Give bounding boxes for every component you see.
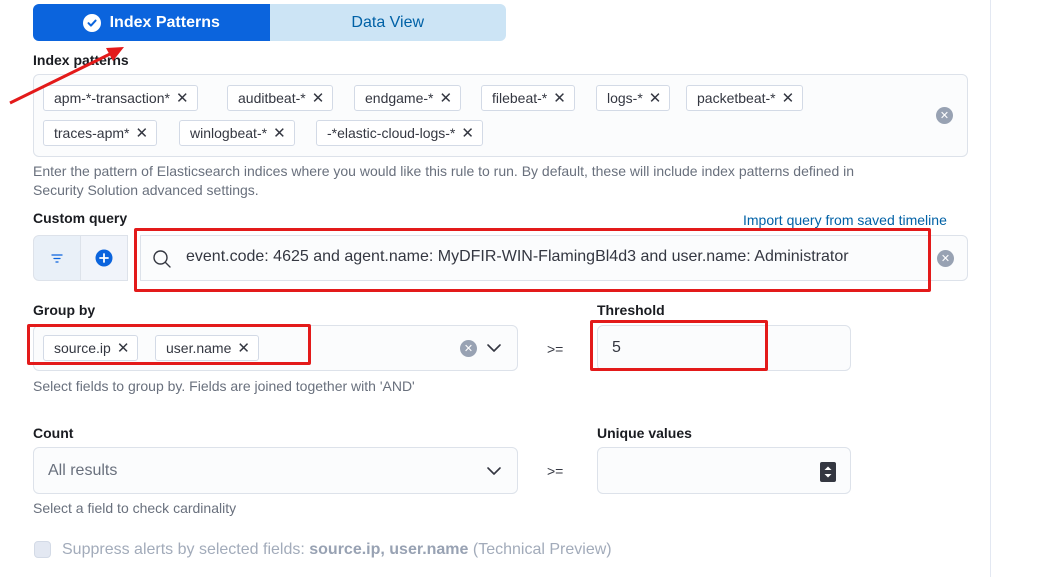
group-by-help: Select fields to group by. Fields are jo… <box>33 378 415 394</box>
custom-query-label: Custom query <box>33 210 128 226</box>
clear-index-patterns-icon[interactable]: ✕ <box>936 107 953 124</box>
index-pattern-pill: -*elastic-cloud-logs-* ✕ <box>316 120 483 146</box>
index-patterns-help-line1: Enter the pattern of Elasticsearch indic… <box>33 163 855 179</box>
remove-pill-icon[interactable]: ✕ <box>461 124 474 142</box>
add-filter-button[interactable] <box>80 236 127 280</box>
filter-icon <box>51 254 63 263</box>
query-button-group <box>33 235 128 281</box>
group-by-label: Group by <box>33 302 96 318</box>
query-text: event.code: 4625 and agent.name: MyDFIR-… <box>186 248 849 265</box>
index-pattern-pill: logs-* ✕ <box>596 85 671 111</box>
plus-circle-icon <box>95 249 113 267</box>
suppress-alerts-checkbox[interactable] <box>34 541 51 558</box>
index-pattern-pill: traces-apm* ✕ <box>43 120 158 146</box>
index-pattern-pill: auditbeat-* ✕ <box>227 85 334 111</box>
suppress-alerts-label: Suppress alerts by selected fields: sour… <box>62 541 612 558</box>
count-help: Select a field to check cardinality <box>33 500 237 516</box>
index-pattern-pill: winlogbeat-* ✕ <box>179 120 295 146</box>
remove-pill-icon[interactable]: ✕ <box>649 89 662 107</box>
remove-pill-icon[interactable]: ✕ <box>135 124 148 142</box>
remove-pill-icon[interactable]: ✕ <box>117 339 130 357</box>
remove-pill-icon[interactable]: ✕ <box>782 89 795 107</box>
count-label: Count <box>33 425 74 441</box>
data-view-tab-label: Data View <box>351 13 425 31</box>
index-pattern-pill: filebeat-* ✕ <box>481 85 575 111</box>
group-by-pill: user.name ✕ <box>155 335 259 361</box>
threshold-input[interactable]: 5 <box>597 325 851 371</box>
remove-pill-icon[interactable]: ✕ <box>440 89 453 107</box>
remove-pill-icon[interactable]: ✕ <box>237 339 250 357</box>
threshold-operator: >= <box>547 341 564 357</box>
search-icon <box>153 250 171 268</box>
number-stepper-icon[interactable] <box>820 462 836 482</box>
group-by-combobox[interactable]: source.ip ✕ user.name ✕ ✕ <box>33 325 518 371</box>
import-query-link[interactable]: Import query from saved timeline <box>743 212 947 228</box>
unique-values-operator: >= <box>547 463 564 479</box>
unique-values-label: Unique values <box>597 425 692 441</box>
remove-pill-icon[interactable]: ✕ <box>176 89 189 107</box>
index-patterns-help-line2: Security Solution advanced settings. <box>33 182 259 198</box>
index-pattern-pill: endgame-* ✕ <box>354 85 462 111</box>
annotation-arrow <box>9 47 124 105</box>
remove-pill-icon[interactable]: ✕ <box>553 89 566 107</box>
index-pattern-pill: packetbeat-* ✕ <box>686 85 804 111</box>
group-by-pill: source.ip ✕ <box>43 335 139 361</box>
panel-divider <box>990 0 991 577</box>
count-select[interactable]: All results <box>33 447 518 494</box>
count-selected-value: All results <box>48 462 118 479</box>
data-view-tab[interactable]: Data View <box>269 4 506 41</box>
index-patterns-combobox[interactable]: apm-*-transaction* ✕ auditbeat-* ✕ endgame… <box>33 74 968 157</box>
chevron-down-icon[interactable] <box>486 465 502 477</box>
clear-query-icon[interactable]: ✕ <box>937 250 954 267</box>
threshold-label: Threshold <box>597 302 665 318</box>
remove-pill-icon[interactable]: ✕ <box>273 124 286 142</box>
chevron-down-icon[interactable] <box>486 342 502 354</box>
remove-pill-icon[interactable]: ✕ <box>312 89 325 107</box>
threshold-value: 5 <box>612 339 621 356</box>
filter-options-button[interactable] <box>34 236 80 280</box>
clear-group-by-icon[interactable]: ✕ <box>460 340 477 357</box>
query-input[interactable]: event.code: 4625 and agent.name: MyDFIR-… <box>140 235 968 281</box>
unique-values-input[interactable] <box>597 447 851 494</box>
